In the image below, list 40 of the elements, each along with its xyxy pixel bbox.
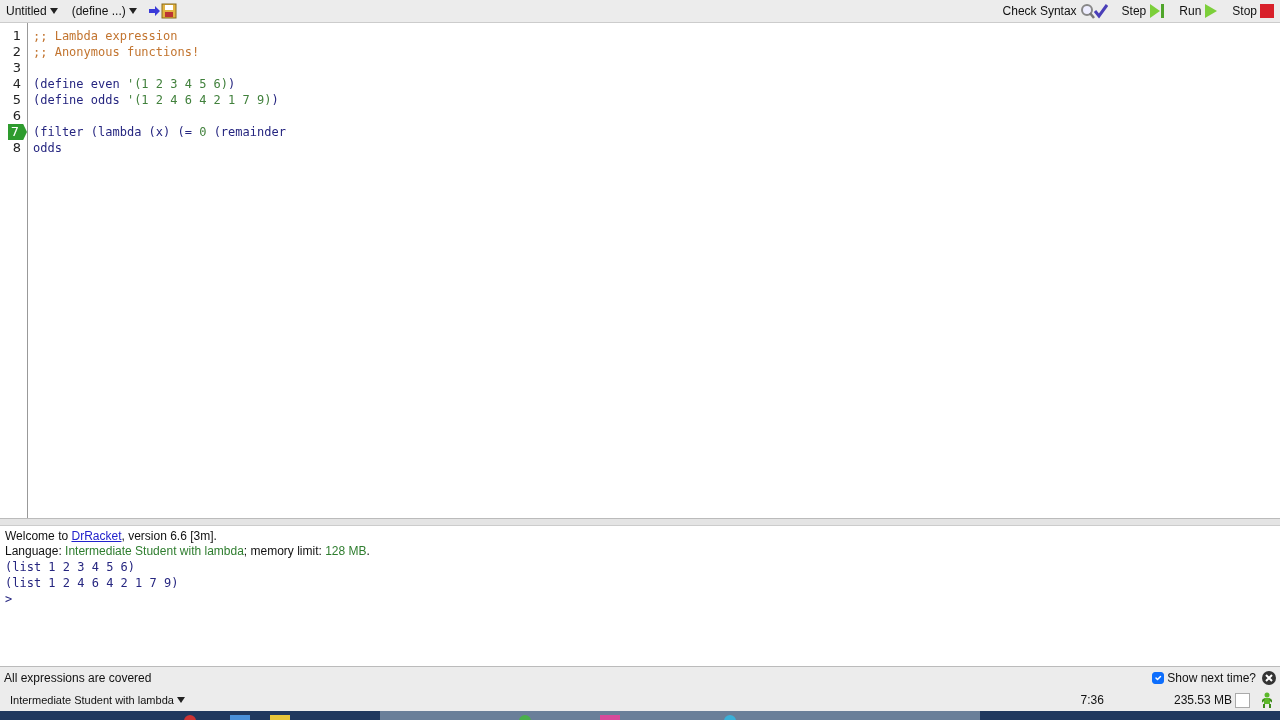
caret-icon [49,8,58,14]
caret-icon [128,8,137,14]
line-number: 1 [11,28,22,44]
cursor-position: 7:36 [1080,692,1104,709]
figure-icon [1262,692,1272,708]
play-icon [1204,3,1219,19]
checkbox-label: Show next time? [1167,670,1256,687]
magnifier-check-icon [1079,3,1108,19]
step-button[interactable]: Step [1119,2,1168,20]
show-next-time-checkbox[interactable] [1152,672,1165,684]
code-line: odds [33,140,63,156]
stop-icon [1260,4,1274,18]
save-icon[interactable] [148,3,177,19]
welcome-message: Welcome to DrRacket, version 6.6 [3m]. [5,529,218,544]
code-line: (define odds '(1 2 4 6 4 2 1 7 9)) [33,92,280,108]
code-line: (define even '(1 2 3 4 5 6)) [33,76,237,92]
prompt: > [5,591,14,607]
language-menu[interactable]: Intermediate Student with lambda [8,691,187,709]
caret-icon [176,697,185,703]
file-menu[interactable]: Untitled [4,2,60,20]
code-line: ;; Lambda expression [33,28,179,44]
memory-usage: 235.53 MB [1173,692,1232,709]
line-number: 2 [11,44,22,60]
stop-button[interactable]: Stop [1230,2,1276,20]
line-number: 4 [11,76,22,92]
line-number: 3 [11,60,22,76]
line-number: 5 [11,92,22,108]
output-line: (list 1 2 3 4 5 6) [5,559,137,575]
close-icon[interactable] [1262,671,1276,685]
run-button[interactable]: Run [1177,2,1221,20]
code-line: ;; Anonymous functions! [33,44,201,60]
coverage-message: All expressions are covered [4,670,152,687]
check-syntax-button[interactable]: Check Syntax [1000,2,1110,20]
language-info: Language: Intermediate Student with lambda; memory limit: 128 MB. [5,544,371,559]
define-menu[interactable]: (define ...) [69,2,139,20]
step-icon [1149,3,1166,19]
line-number: 6 [11,108,22,124]
line-number: 8 [11,140,22,156]
output-line: (list 1 2 4 6 4 2 1 7 9) [5,575,180,591]
code-line: (filter (lambda (x) (= 0 (remainder [33,124,287,140]
